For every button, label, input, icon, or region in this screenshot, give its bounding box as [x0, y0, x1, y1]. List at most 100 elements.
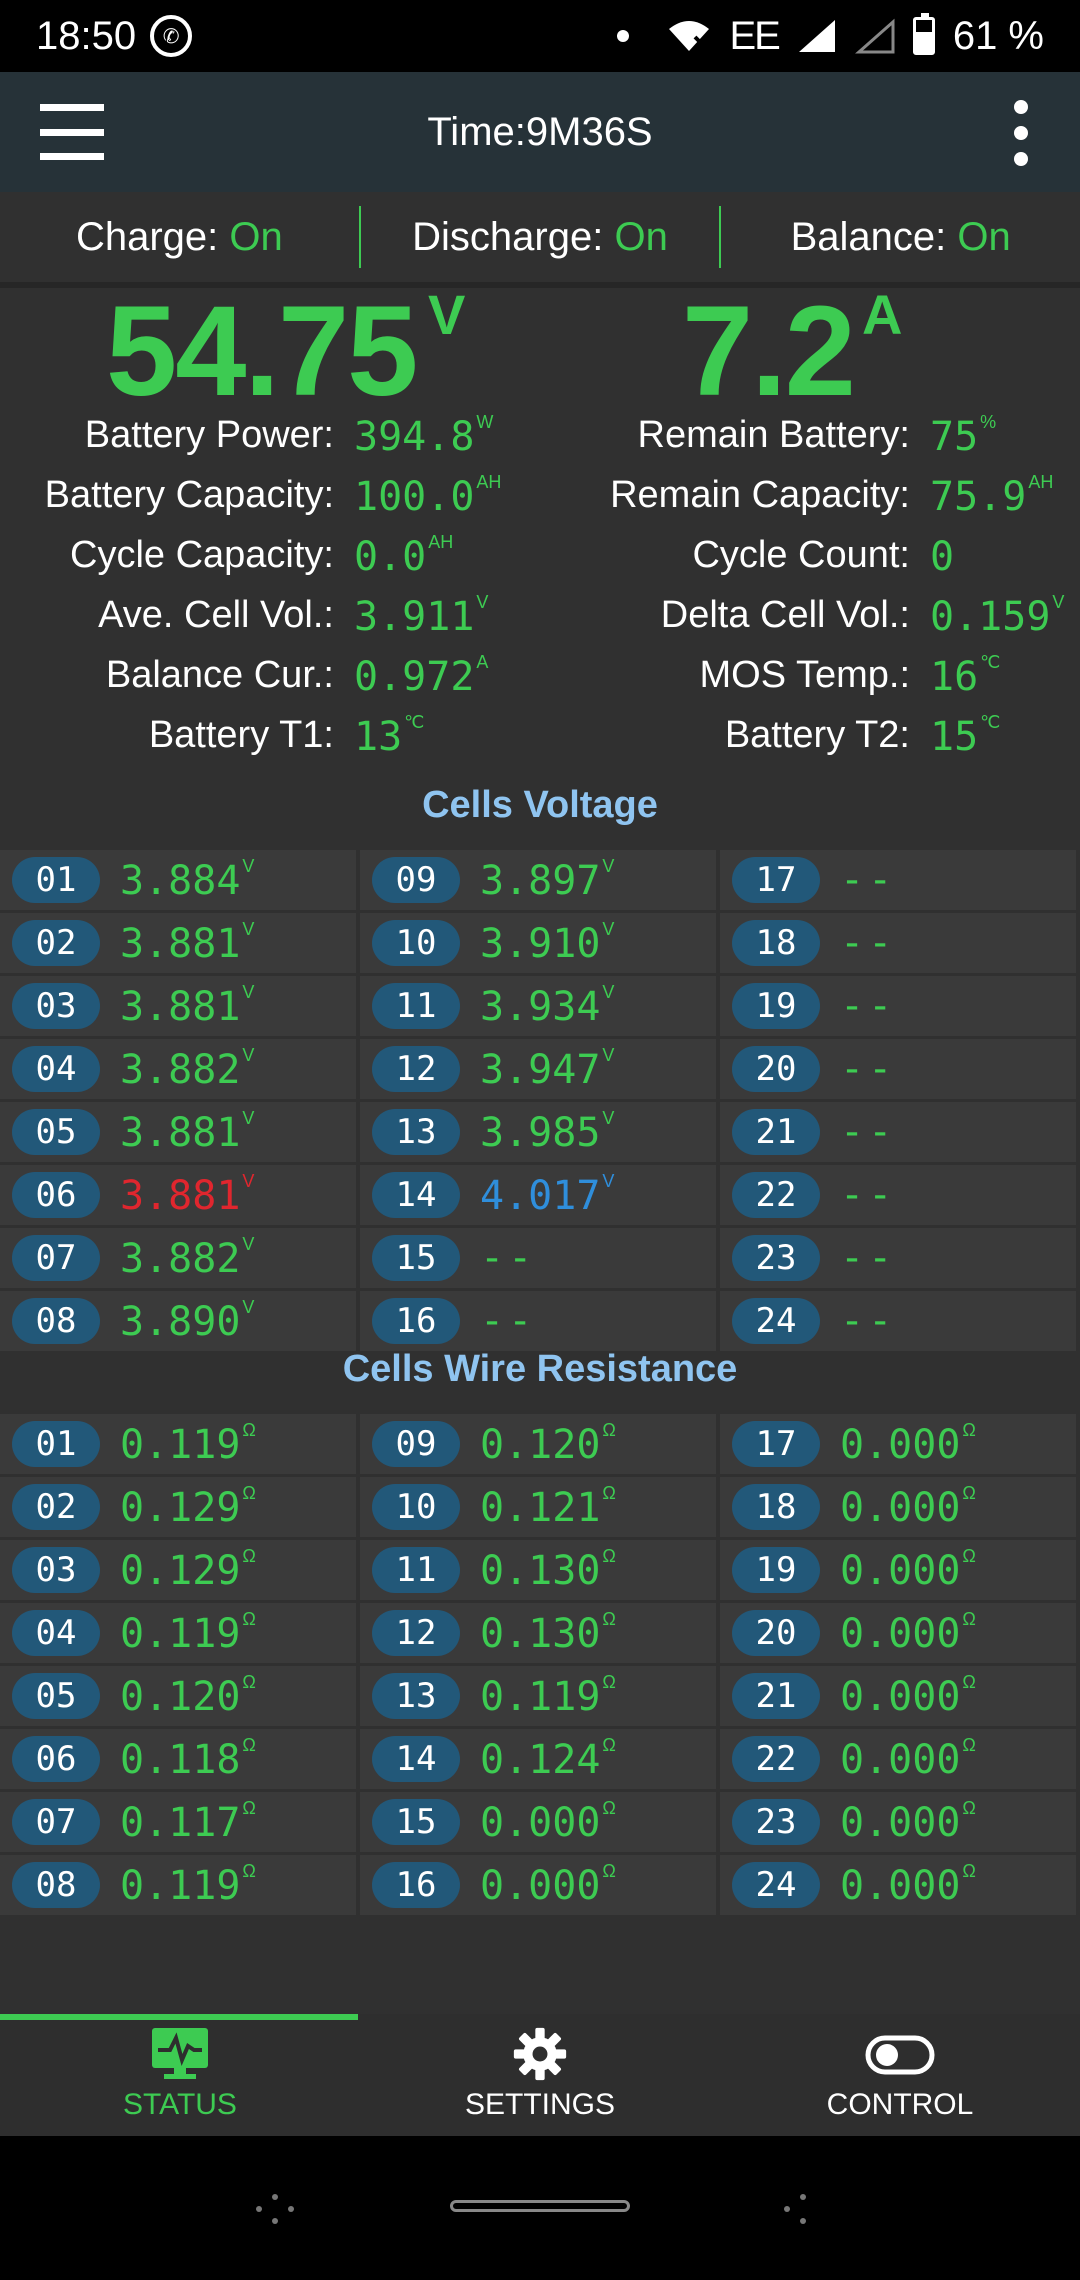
resistance-cell-number: 12 [372, 1610, 460, 1656]
voltage-cell-value: 3.882 V [120, 1045, 254, 1093]
resistance-cell-number: 14 [372, 1736, 460, 1782]
resistance-cell-value: 0.000 Ω [840, 1861, 976, 1909]
voltage-cell-number: 19 [732, 983, 820, 1029]
resistance-cell-unit: Ω [602, 1483, 616, 1503]
resistance-cell-unit: Ω [242, 1609, 256, 1629]
menu-icon[interactable] [40, 104, 104, 160]
resistance-cell: 08 0.119 Ω [0, 1855, 356, 1915]
voltage-cell-unit: V [242, 1234, 255, 1254]
voltage-cell-number: 06 [12, 1172, 100, 1218]
voltage-cell: 12 3.947 V [360, 1039, 716, 1099]
bottom-nav: STATUS SETTINGS CONTROL [0, 2014, 1080, 2136]
voltage-cell-number: 22 [732, 1172, 820, 1218]
resistance-cell-value: 0.129 Ω [120, 1483, 256, 1531]
resistance-cell-unit: Ω [602, 1735, 616, 1755]
info-label: MOS Temp.: [699, 654, 910, 696]
voltage-cell-value: -- [840, 1298, 896, 1344]
voltage-cell-value-number: -- [480, 1298, 537, 1344]
resistance-cell: 03 0.129 Ω [0, 1540, 356, 1600]
resistance-cell-number: 17 [732, 1421, 820, 1467]
voltage-cell-value: 4.017 V [480, 1171, 614, 1219]
voltage-cell-value-number: 3.882 [120, 1236, 241, 1282]
info-value-number: 75 [930, 414, 979, 460]
voltage-cell-value-number: -- [480, 1235, 537, 1281]
voltage-cell: 20 -- [720, 1039, 1076, 1099]
active-tab-indicator [0, 2014, 358, 2020]
recents-icon[interactable] [256, 2194, 296, 2224]
resistance-cell-value-number: 0.119 [480, 1674, 601, 1720]
info-value-number: 16 [930, 654, 979, 700]
info-label: Battery Power: [84, 414, 334, 456]
info-label: Cycle Count: [692, 534, 910, 576]
info-value-unit: ℃ [980, 652, 1001, 672]
resistance-cell-value: 0.120 Ω [480, 1420, 616, 1468]
info-value-unit: % [980, 412, 997, 432]
info-value: 3.911 V [354, 592, 488, 640]
info-value: 0.159 V [930, 592, 1064, 640]
resistance-cell-number: 16 [372, 1862, 460, 1908]
balance-status: Balance: On [721, 215, 1080, 260]
voltage-cell-value: 3.881 V [120, 1108, 254, 1156]
voltage-cell-value-number: 3.985 [480, 1110, 601, 1156]
resistance-cell: 23 0.000 Ω [720, 1792, 1076, 1852]
resistance-cell: 18 0.000 Ω [720, 1477, 1076, 1537]
wifi-off-icon [669, 21, 710, 51]
voltage-cell-unit: V [242, 1297, 255, 1317]
resistance-cell-value: 0.130 Ω [480, 1609, 616, 1657]
voltage-cell-number: 21 [732, 1109, 820, 1155]
voltage-cell-value-number: 3.881 [120, 1173, 241, 1219]
resistance-cell-unit: Ω [962, 1420, 976, 1440]
resistance-cell-unit: Ω [242, 1420, 256, 1440]
whatsapp-icon: ✆ [150, 15, 193, 57]
gear-icon [513, 2027, 567, 2081]
voltage-cell-value: -- [840, 920, 896, 966]
resistance-cell: 10 0.121 Ω [360, 1477, 716, 1537]
tab-settings[interactable]: SETTINGS [360, 2026, 720, 2136]
back-icon[interactable] [784, 2194, 824, 2224]
voltage-cell-value: 3.881 V [120, 982, 254, 1030]
resistance-cell: 17 0.000 Ω [720, 1414, 1076, 1474]
monitor-pulse-icon [152, 2028, 208, 2079]
resistance-cell-unit: Ω [602, 1798, 616, 1818]
resistance-cell-value: 0.119 Ω [120, 1420, 256, 1468]
info-value-number: 15 [930, 714, 979, 760]
voltage-cell-value-number: -- [840, 1109, 897, 1155]
resistance-cell-number: 08 [12, 1862, 100, 1908]
tab-status[interactable]: STATUS [0, 2026, 360, 2136]
resistance-cell-unit: Ω [962, 1672, 976, 1692]
resistance-cell-number: 23 [732, 1799, 820, 1845]
balance-label: Balance: [790, 214, 947, 259]
info-value-number: 100.0 [354, 474, 475, 520]
voltage-cell-number: 03 [12, 983, 100, 1029]
voltage-cell-unit: V [242, 1171, 255, 1191]
resistance-cell-unit: Ω [242, 1861, 256, 1881]
voltage-cell-number: 15 [372, 1235, 460, 1281]
voltage-cell-value-number: 3.890 [120, 1299, 241, 1345]
resistance-cell-value: 0.000 Ω [840, 1546, 976, 1594]
voltage-cell-value: -- [840, 1046, 896, 1092]
balance-value: On [957, 214, 1011, 259]
voltage-cell-value: -- [480, 1298, 536, 1344]
voltage-cell: 24 -- [720, 1291, 1076, 1351]
resistance-cell-value-number: 0.000 [840, 1674, 961, 1720]
cells-voltage-title: Cells Voltage [422, 784, 658, 826]
tab-control[interactable]: CONTROL [720, 2026, 1080, 2136]
more-options-icon[interactable] [1014, 100, 1030, 166]
resistance-cell-value-number: 0.120 [480, 1422, 601, 1468]
resistance-cell: 11 0.130 Ω [360, 1540, 716, 1600]
voltage-cell: 01 3.884 V [0, 850, 356, 910]
voltage-cell-number: 23 [732, 1235, 820, 1281]
voltage-cell: 04 3.882 V [0, 1039, 356, 1099]
resistance-cell-value-number: 0.117 [120, 1800, 241, 1846]
resistance-cell-value: 0.000 Ω [840, 1483, 976, 1531]
page-title: Time:9M36S [427, 109, 653, 154]
signal-empty-icon [854, 18, 895, 54]
info-label: Ave. Cell Vol.: [98, 594, 334, 636]
resistance-cell-value: 0.129 Ω [120, 1546, 256, 1594]
voltage-cell-value-number: 3.881 [120, 1110, 241, 1156]
resistance-cell-number: 18 [732, 1484, 820, 1530]
resistance-cell-number: 22 [732, 1736, 820, 1782]
voltage-cell-value: 3.881 V [120, 919, 254, 967]
voltage-cell-unit: V [242, 1045, 255, 1065]
home-button[interactable] [450, 2200, 630, 2212]
